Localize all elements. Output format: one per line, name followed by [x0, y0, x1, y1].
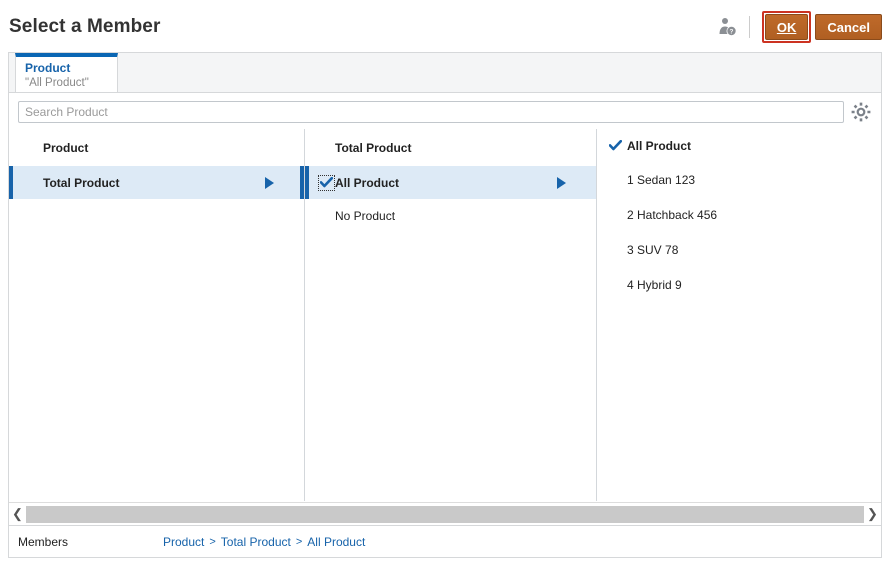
scrollbar-track[interactable] [26, 506, 864, 523]
checkmark-icon[interactable] [318, 175, 335, 191]
column-1-header: Product [9, 129, 304, 166]
list-item-hybrid[interactable]: 4 Hybrid 9 [597, 267, 881, 302]
members-footer: Members Product > Total Product > All Pr… [8, 526, 882, 558]
header-divider [749, 16, 750, 38]
checkmark-icon[interactable] [607, 138, 624, 154]
cancel-button[interactable]: Cancel [815, 14, 882, 40]
members-label: Members [18, 535, 163, 549]
list-item-all-product[interactable]: All Product [305, 166, 596, 199]
column-2-header: Total Product [305, 129, 596, 166]
member-browser-panel: Product Total Product Total Product All … [8, 92, 882, 526]
list-item-label: 4 Hybrid 9 [627, 278, 682, 292]
breadcrumb-item-total-product[interactable]: Total Product [221, 535, 291, 549]
page-title: Select a Member [9, 16, 160, 38]
list-item-all-product-selected[interactable]: All Product [597, 129, 881, 162]
user-help-icon[interactable]: ? [717, 16, 739, 38]
list-item-total-product[interactable]: Total Product [9, 166, 304, 199]
list-item-label: All Product [627, 139, 691, 153]
select-member-dialog: Select a Member ? OK Cancel [0, 0, 890, 569]
member-columns: Product Total Product Total Product All … [9, 129, 881, 501]
column-total-product: Total Product All Product No Product [305, 129, 597, 501]
tab-product-sublabel: "All Product" [25, 76, 109, 90]
list-item-suv[interactable]: 3 SUV 78 [597, 232, 881, 267]
list-item-label: No Product [335, 209, 395, 223]
drill-right-arrow-icon[interactable] [265, 177, 274, 189]
ok-button-label: OK [777, 20, 797, 35]
svg-text:?: ? [729, 29, 733, 36]
breadcrumb-separator: > [209, 536, 215, 548]
list-item-label: All Product [335, 176, 399, 190]
ok-button[interactable]: OK [765, 14, 809, 40]
search-bar [9, 93, 881, 129]
header-actions: ? OK Cancel [717, 12, 882, 42]
horizontal-scrollbar[interactable]: ❮ ❯ [9, 502, 881, 525]
ok-button-focus-ring: OK [762, 11, 812, 43]
gear-icon[interactable] [849, 100, 873, 124]
column-all-product: All Product 1 Sedan 123 2 Hatchback 456 … [597, 129, 881, 501]
breadcrumb-separator: > [296, 536, 302, 548]
dialog-header: Select a Member ? OK Cancel [0, 0, 890, 52]
list-item-label: 2 Hatchback 456 [627, 208, 717, 222]
chevron-right-icon[interactable]: ❯ [864, 504, 881, 525]
breadcrumb-item-product[interactable]: Product [163, 535, 204, 549]
drill-right-arrow-icon[interactable] [557, 177, 566, 189]
tab-strip: Product "All Product" [8, 52, 882, 92]
tab-product[interactable]: Product "All Product" [15, 53, 118, 93]
column-product: Product Total Product [9, 129, 305, 501]
list-item-label: 3 SUV 78 [627, 243, 678, 257]
list-item-sedan[interactable]: 1 Sedan 123 [597, 162, 881, 197]
list-item-label: Total Product [43, 176, 119, 190]
breadcrumb: Product > Total Product > All Product [163, 535, 365, 549]
tab-product-label: Product [25, 61, 109, 75]
list-item-no-product[interactable]: No Product [305, 199, 596, 232]
cancel-button-label: Cancel [827, 20, 870, 35]
list-item-label: 1 Sedan 123 [627, 173, 695, 187]
chevron-left-icon[interactable]: ❮ [9, 504, 26, 525]
breadcrumb-item-all-product[interactable]: All Product [307, 535, 365, 549]
list-item-hatchback[interactable]: 2 Hatchback 456 [597, 197, 881, 232]
search-input[interactable] [18, 101, 844, 123]
